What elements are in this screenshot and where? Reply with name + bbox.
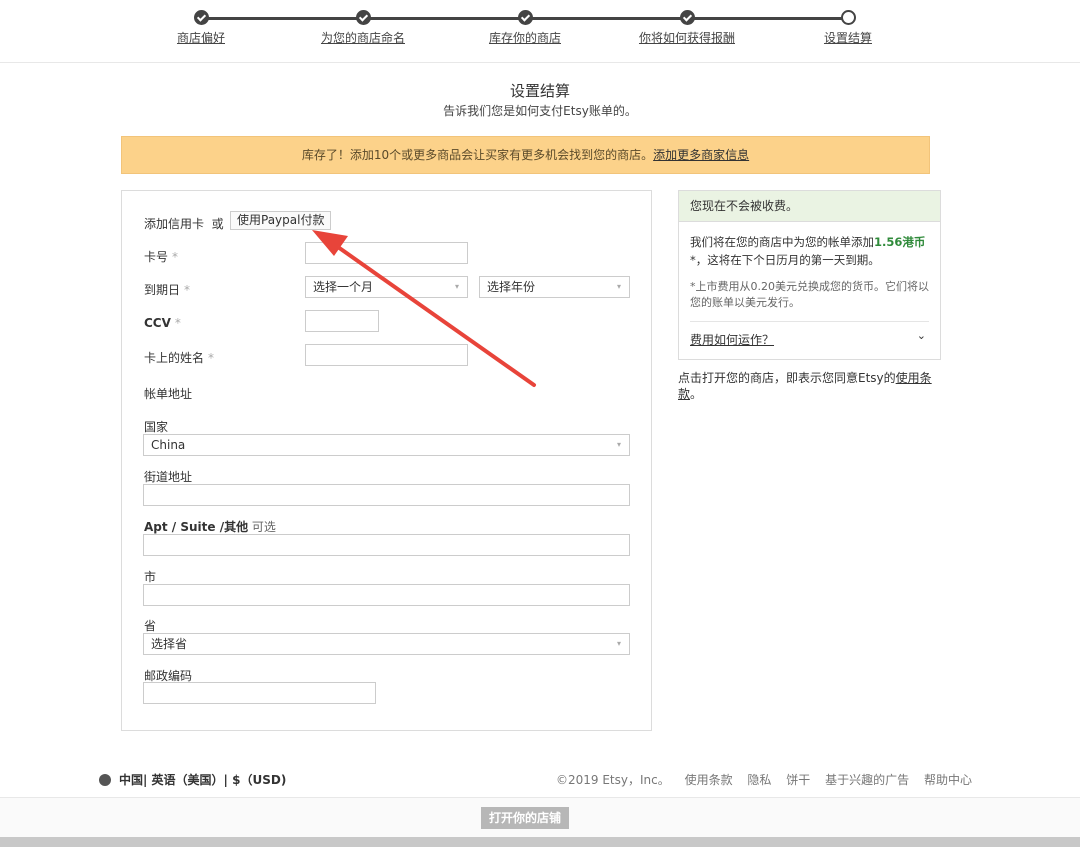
divider bbox=[690, 321, 929, 322]
page-subtitle: 告诉我们您是如何支付Etsy账单的。 bbox=[443, 104, 637, 118]
step-label[interactable]: 库存你的商店 bbox=[465, 29, 585, 46]
country-label: 国家 bbox=[144, 420, 169, 434]
current-step-circle-icon bbox=[840, 10, 856, 25]
expiry-month-select[interactable]: 选择一个月 ▾ bbox=[305, 276, 468, 298]
dropdown-caret-icon: ▾ bbox=[616, 440, 621, 449]
card-number-label: 卡号 * bbox=[144, 250, 179, 264]
add-listings-link[interactable]: 添加更多商家信息 bbox=[653, 148, 749, 162]
locale-selector[interactable]: 中国| 英语（美国）| $（USD) bbox=[99, 771, 286, 788]
paypal-button[interactable]: 使用Paypal付款 bbox=[230, 211, 332, 230]
globe-icon bbox=[99, 774, 111, 786]
how-fees-work-link[interactable]: 费用如何运作？ bbox=[690, 331, 774, 348]
check-circle-icon bbox=[517, 10, 533, 25]
name-on-card-input[interactable] bbox=[305, 344, 468, 366]
step-label[interactable]: 你将如何获得报酬 bbox=[627, 29, 747, 46]
expiry-year-select[interactable]: 选择年份 ▾ bbox=[479, 276, 630, 298]
footer-link-help[interactable]: 帮助中心 bbox=[924, 773, 972, 787]
stock-banner: 库存了！添加10个或更多商品会让买家有更多机会找到您的商店。添加更多商家信息 bbox=[121, 136, 930, 174]
street-input[interactable] bbox=[143, 484, 630, 506]
add-card-label: 添加信用卡 或 bbox=[144, 217, 224, 231]
check-circle-icon bbox=[679, 10, 695, 25]
footer-link-ads[interactable]: 基于兴趣的广告 bbox=[825, 773, 909, 787]
terms-agreement: 点击打开您的商店，即表示您同意Etsy的使用条款。 bbox=[678, 371, 932, 401]
footer-link-privacy[interactable]: 隐私 bbox=[747, 773, 771, 787]
fee-note: *上市费用从0.20美元兑换成您的货币。它们将以您的账单以美元发行。 bbox=[690, 280, 929, 309]
apt-input[interactable] bbox=[143, 534, 630, 556]
dropdown-caret-icon: ▾ bbox=[616, 282, 621, 291]
name-on-card-label: 卡上的姓名 * bbox=[144, 351, 215, 365]
banner-text: 库存了！添加10个或更多商品会让买家有更多机会找到您的商店。 bbox=[301, 148, 654, 162]
check-circle-icon bbox=[193, 10, 209, 25]
billing-form: 添加信用卡 或 使用Paypal付款 卡号 * 到期日 * 选择一个月 ▾ 选择年份 ▾… bbox=[121, 190, 652, 731]
dropdown-caret-icon: ▾ bbox=[454, 282, 459, 291]
ccv-input[interactable] bbox=[305, 310, 379, 332]
no-charge-header: 您现在不会被收费。 bbox=[679, 191, 940, 222]
city-input[interactable] bbox=[143, 584, 630, 606]
city-label: 市 bbox=[144, 570, 157, 584]
dropdown-caret-icon: ▾ bbox=[616, 639, 621, 648]
footer-link-cookies[interactable]: 饼干 bbox=[786, 773, 810, 787]
postal-input[interactable] bbox=[143, 682, 376, 704]
ccv-label: CCV * bbox=[144, 316, 181, 330]
footer-link-terms[interactable]: 使用条款 bbox=[685, 773, 733, 787]
province-label: 省 bbox=[144, 619, 157, 633]
country-select[interactable]: China ▾ bbox=[143, 434, 630, 456]
billing-address-heading: 帐单地址 bbox=[144, 387, 193, 401]
bottom-strip bbox=[0, 837, 1080, 847]
fee-summary-panel: 您现在不会被收费。 我们将在您的商店中为您的帐单添加1.56港币*，这将在下个日… bbox=[678, 190, 941, 360]
step-label[interactable]: 商店偏好 bbox=[141, 29, 261, 46]
step-shop-preferences[interactable]: 商店偏好 bbox=[141, 10, 261, 46]
fee-description: 我们将在您的商店中为您的帐单添加1.56港币*，这将在下个日历月的第一天到期。 bbox=[690, 235, 926, 267]
step-name-shop[interactable]: 为您的商店命名 bbox=[303, 10, 423, 46]
apt-label: Apt / Suite /其他 可选 bbox=[144, 520, 276, 534]
step-billing[interactable]: 设置结算 bbox=[788, 10, 908, 46]
copyright: ©2019 Etsy，Inc。 bbox=[556, 773, 670, 787]
step-get-paid[interactable]: 你将如何获得报酬 bbox=[627, 10, 747, 46]
street-label: 街道地址 bbox=[144, 470, 193, 484]
step-label[interactable]: 为您的商店命名 bbox=[303, 29, 423, 46]
fee-amount: 1.56港币 bbox=[874, 235, 926, 249]
card-number-input[interactable] bbox=[305, 242, 468, 264]
footer-links: ©2019 Etsy，Inc。 使用条款 隐私 饼干 基于兴趣的广告 帮助中心 bbox=[556, 771, 983, 788]
check-circle-icon bbox=[355, 10, 371, 25]
expiry-label: 到期日 * bbox=[144, 283, 191, 297]
page-title: 设置结算 bbox=[509, 82, 570, 100]
province-select[interactable]: 选择省 ▾ bbox=[143, 633, 630, 655]
step-label[interactable]: 设置结算 bbox=[788, 29, 908, 46]
step-stock-shop[interactable]: 库存你的商店 bbox=[465, 10, 585, 46]
open-shop-button[interactable]: 打开你的店铺 bbox=[481, 807, 569, 829]
progress-stepper: 商店偏好 为您的商店命名 库存你的商店 你将如何获得报酬 设置结算 bbox=[0, 0, 1080, 63]
chevron-down-icon[interactable]: ⌄ bbox=[917, 329, 926, 342]
